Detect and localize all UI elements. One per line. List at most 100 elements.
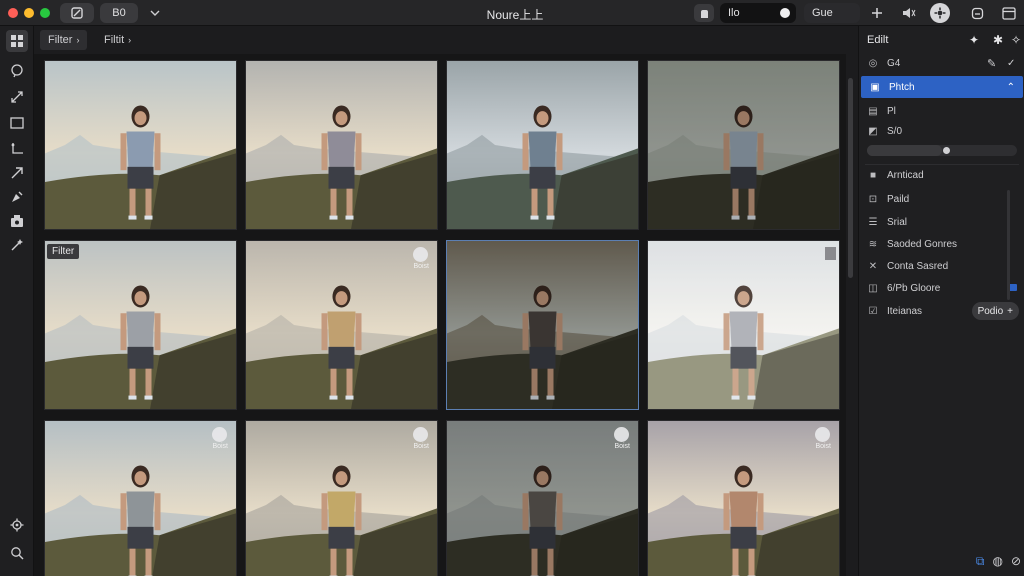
photo-thumbnail[interactable] — [44, 60, 237, 230]
photo-thumbnail[interactable]: Filter — [44, 240, 237, 410]
slider-knob[interactable] — [943, 147, 950, 154]
tag-icon: ◎ — [868, 57, 878, 69]
square-icon: ■ — [869, 169, 877, 181]
checkbox-icon[interactable]: ☑ — [867, 305, 879, 317]
title-bar: B0 Noure上上 Ilo Gue — [0, 0, 1024, 26]
photo-grid: Filter Boist Boist Boist Boist Boist — [34, 54, 846, 576]
hand-icon[interactable] — [694, 4, 714, 22]
photo-image — [246, 241, 437, 409]
photo-thumbnail[interactable] — [647, 240, 840, 410]
chevron-up-icon: ⌃ — [1006, 81, 1015, 93]
panel-row-saoded[interactable]: ≋ Saoded Gonres — [859, 233, 1024, 255]
panel-row-6pb[interactable]: ◫ 6/Pb Gloore — [859, 277, 1024, 299]
toggle-label: Ilo — [728, 7, 740, 19]
saoded-label: Saoded Gonres — [887, 238, 958, 250]
zoom-window-button[interactable] — [40, 8, 50, 18]
adjust-slider[interactable] — [867, 145, 1017, 156]
check-icon[interactable]: ✓ — [1007, 58, 1015, 69]
brush-tool[interactable] — [6, 186, 28, 208]
stamp-tool[interactable] — [6, 210, 28, 232]
panel-row-contr[interactable]: ✕ Conta Sasred — [859, 255, 1024, 277]
lasso-tool[interactable] — [6, 60, 28, 82]
library-button-label: B0 — [112, 7, 126, 19]
copy-icon[interactable]: ⧉ — [976, 554, 985, 572]
magic-wand-tool[interactable] — [6, 234, 28, 256]
close-window-button[interactable] — [8, 8, 18, 18]
panel-row-iteiana[interactable]: ☑ Iteianas Podio + — [859, 300, 1024, 322]
crop-tool-button[interactable] — [60, 3, 94, 23]
transform-icon — [11, 91, 23, 103]
plus-icon[interactable] — [868, 4, 886, 22]
settings-gear-icon[interactable] — [930, 3, 950, 23]
panel-row-paild[interactable]: ⊡ Paild — [859, 188, 1024, 210]
filter-chip-secondary[interactable]: Filtit › — [96, 30, 139, 50]
cross-icon: ✕ — [868, 260, 878, 272]
filter-chip[interactable]: Filter › — [40, 30, 88, 50]
chevron-right-icon: › — [128, 35, 132, 45]
photo-thumbnail[interactable]: Boist — [245, 240, 438, 410]
photo-image — [447, 61, 638, 229]
photo-thumbnail[interactable]: Boist — [44, 420, 237, 576]
pencil-icon[interactable]: ✎ — [987, 57, 996, 70]
panel-row-s0[interactable]: ◩ S/0 — [859, 120, 1024, 142]
photo-image — [648, 241, 839, 409]
photo-image — [648, 61, 839, 229]
pin-icon[interactable]: ✱ — [993, 33, 1003, 47]
grid-view-tool[interactable] — [6, 30, 28, 52]
select-circle[interactable] — [815, 427, 830, 442]
panel-scrollbar[interactable] — [1007, 190, 1010, 300]
panel-row-srial[interactable]: ☰ Srial — [859, 211, 1024, 233]
chevron-down-icon[interactable] — [146, 4, 164, 22]
paild-label: Paild — [887, 193, 910, 205]
photo-icon: ▣ — [870, 81, 880, 93]
search-icon[interactable]: ⊘ — [1011, 554, 1021, 572]
edit-label: Edilt — [867, 34, 889, 46]
crop-corner-icon — [11, 143, 23, 154]
photo-image — [45, 241, 236, 409]
wand-icon[interactable]: ✦ — [969, 33, 979, 47]
grid-scrollbar[interactable] — [848, 78, 853, 278]
pi-label: Pl — [887, 105, 896, 117]
window-title: Noure上上 — [486, 8, 544, 22]
contr-label: Conta Sasred — [887, 260, 949, 272]
edit-panel: Edilt ✦ ✱ ✧ ◎ G4 ✎ ✓ ▣ Phtch ⌃ ▤ Pl ◩ S/… — [858, 26, 1024, 576]
panel-section-adjust[interactable]: ■ Arnticad — [859, 164, 1024, 186]
select-circle[interactable] — [614, 427, 629, 442]
sparkle-icon[interactable]: ✧ — [1011, 33, 1021, 47]
share-icon[interactable] — [968, 4, 986, 22]
panel-row-g4[interactable]: ◎ G4 ✎ ✓ — [859, 52, 1024, 74]
search-icon — [11, 547, 24, 560]
badge-label: Boist — [815, 443, 831, 450]
photo-thumbnail[interactable] — [647, 60, 840, 230]
brush-icon — [12, 191, 23, 202]
search-field[interactable]: Gue — [804, 3, 860, 23]
photo-thumbnail[interactable]: Boist — [446, 420, 639, 576]
badge-label: Boist — [413, 263, 429, 270]
photo-thumbnail[interactable]: Boist — [245, 420, 438, 576]
speaker-icon[interactable] — [900, 4, 918, 22]
preset-button[interactable]: Podio + — [971, 302, 1019, 320]
photo-thumbnail[interactable] — [245, 60, 438, 230]
select-circle[interactable] — [413, 427, 428, 442]
sidebar-toggle-icon[interactable] — [1000, 4, 1018, 22]
crop-tool[interactable] — [6, 138, 28, 160]
photo-thumbnail[interactable] — [446, 240, 639, 410]
adjustments-tool[interactable] — [6, 514, 28, 536]
layers-icon: ≋ — [868, 238, 878, 250]
toggle-switch[interactable]: Ilo — [720, 3, 796, 23]
search-tool[interactable] — [6, 542, 28, 564]
minimize-window-button[interactable] — [24, 8, 34, 18]
toggle-knob — [780, 8, 790, 18]
rectangle-tool[interactable] — [6, 112, 28, 134]
select-circle[interactable] — [413, 247, 428, 262]
select-circle[interactable] — [212, 427, 227, 442]
photo-thumbnail[interactable]: Boist — [647, 420, 840, 576]
filter-chip-secondary-label: Filtit — [104, 34, 125, 46]
chat-icon[interactable]: ◍ — [992, 554, 1002, 572]
panel-row-pi[interactable]: ▤ Pl — [859, 100, 1024, 122]
photo-thumbnail[interactable] — [446, 60, 639, 230]
arrow-tool[interactable] — [6, 162, 28, 184]
library-button[interactable]: B0 — [100, 3, 138, 23]
panel-row-selected[interactable]: ▣ Phtch ⌃ — [861, 76, 1023, 98]
transform-tool[interactable] — [6, 86, 28, 108]
